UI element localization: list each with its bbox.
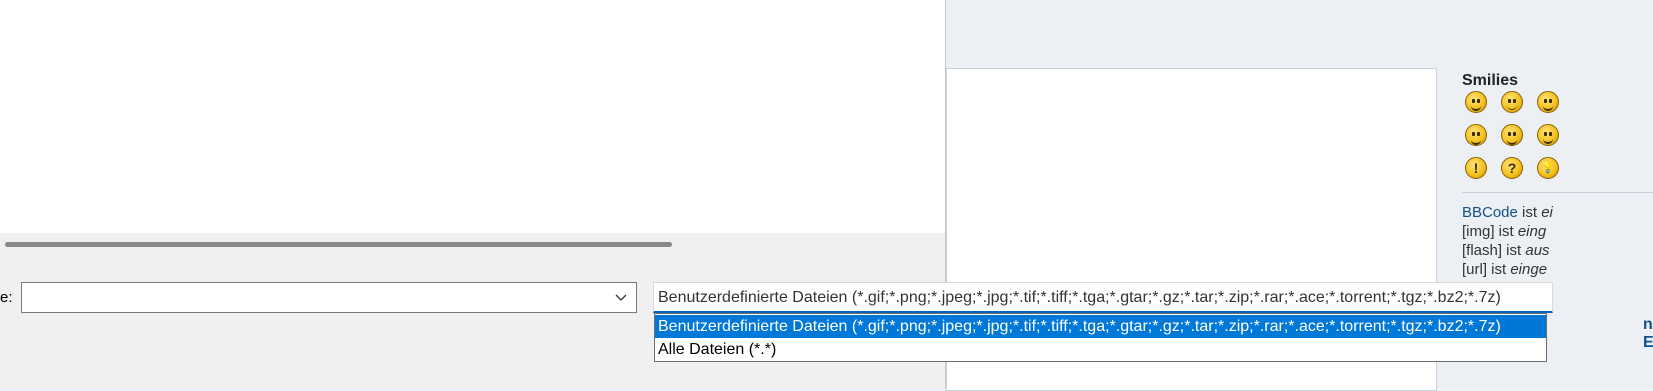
flash-status-line: [flash] ist aus xyxy=(1462,242,1550,259)
filetype-selected-value: Benutzerdefinierte Dateien (*.gif;*.png;… xyxy=(658,289,1501,306)
tongue-smiley-icon[interactable] xyxy=(1537,124,1559,146)
filetype-option-custom[interactable]: Benutzerdefinierte Dateien (*.gif;*.png;… xyxy=(655,315,1546,338)
smile-smiley-icon[interactable] xyxy=(1501,91,1523,113)
filename-input[interactable] xyxy=(21,282,637,313)
bbcode-status-line: BBCode ist ei xyxy=(1462,204,1553,221)
very-happy-smiley-icon[interactable] xyxy=(1465,91,1487,113)
url-status-line: [url] ist einge xyxy=(1462,261,1548,278)
mad-smiley-icon[interactable] xyxy=(1501,124,1523,146)
divider xyxy=(1462,192,1653,193)
filetype-option-all[interactable]: Alle Dateien (*.*) xyxy=(655,338,1546,361)
filetype-dropdown-list[interactable]: Benutzerdefinierte Dateien (*.gif;*.png;… xyxy=(654,313,1547,362)
img-status-line: [img] ist eing xyxy=(1462,223,1547,240)
idea-smiley-icon[interactable]: 💡 xyxy=(1537,157,1559,179)
bbcode-link[interactable]: BBCode xyxy=(1462,204,1518,221)
chevron-down-icon[interactable] xyxy=(614,290,628,304)
options-heading: n E xyxy=(1643,316,1653,351)
filename-label: e: xyxy=(0,289,13,306)
exclamation-smiley-icon[interactable]: ! xyxy=(1465,157,1487,179)
filetype-select[interactable]: Benutzerdefinierte Dateien (*.gif;*.png;… xyxy=(653,282,1553,313)
file-list-pane[interactable] xyxy=(0,0,945,233)
horizontal-scrollbar-thumb[interactable] xyxy=(5,242,672,247)
laughing-smiley-icon[interactable] xyxy=(1465,124,1487,146)
question-smiley-icon[interactable]: ? xyxy=(1501,157,1523,179)
smilies-heading: Smilies xyxy=(1462,72,1519,89)
wink-smiley-icon[interactable] xyxy=(1537,91,1559,113)
